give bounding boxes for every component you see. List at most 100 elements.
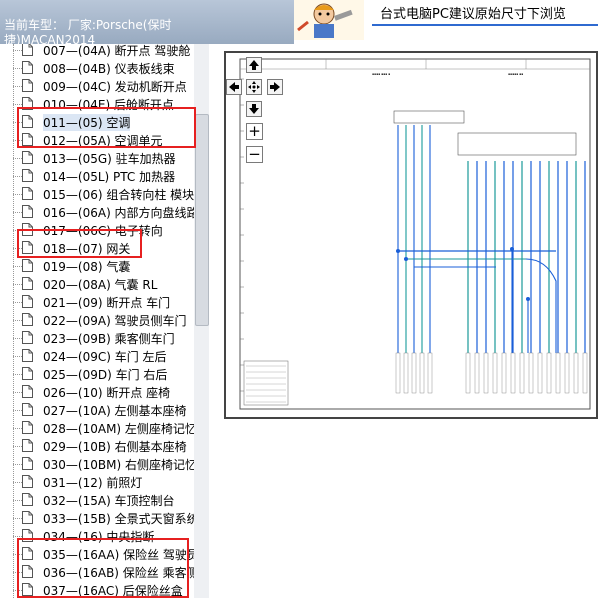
tree-item[interactable]: 007—(04A) 断开点 驾驶舱 <box>0 44 194 59</box>
document-icon <box>22 439 33 452</box>
pan-down-button[interactable] <box>246 101 262 117</box>
tree-item[interactable]: 023—(09B) 乘客侧车门 <box>0 329 194 347</box>
tree-item[interactable]: 027—(10A) 左侧基本座椅 <box>0 401 194 419</box>
pan-up-button[interactable] <box>246 57 262 73</box>
tree-branch-line <box>13 284 22 285</box>
vehicle-title-line2: 捷)MACAN2014 <box>4 33 96 44</box>
pin-label-block <box>564 352 570 394</box>
tree-branch-line <box>13 482 22 483</box>
tree-branch-line <box>13 86 22 87</box>
tree-item-label: 007—(04A) 断开点 驾驶舱 <box>43 44 191 58</box>
pan-left-button[interactable] <box>226 79 242 95</box>
tree-item[interactable]: 030—(10BM) 右侧座椅记忆 <box>0 455 197 473</box>
pin-label-block <box>573 352 579 394</box>
tree-branch-line <box>13 320 22 321</box>
document-icon <box>22 367 33 380</box>
tree-item-label: 009—(04C) 发动机断开点 <box>43 80 187 94</box>
zoom-in-button[interactable]: + <box>246 123 263 140</box>
tree-item[interactable]: 033—(15B) 全景式天窗系统 <box>0 509 199 527</box>
tree-branch-line <box>13 356 22 357</box>
tree-branch-line <box>13 68 22 69</box>
tree-branch-line <box>13 464 22 465</box>
tree-item[interactable]: 032—(15A) 车顶控制台 <box>0 491 194 509</box>
document-icon <box>22 61 33 74</box>
tree-item[interactable]: 020—(08A) 气囊 RL <box>0 275 194 293</box>
tree-item[interactable]: 024—(09C) 车门 左后 <box>0 347 194 365</box>
tree-item-label: 015—(06) 组合转向柱 模块 <box>43 188 195 202</box>
pin-label-block <box>492 352 498 394</box>
tip-underline <box>372 24 598 26</box>
connector-block <box>457 132 577 156</box>
tree-item[interactable]: 013—(05G) 驻车加热器 <box>0 149 194 167</box>
wiring-diagram: ▪▪▪▪ ▪▪▪ ▪ ▪▪▪▪▪ ▪▪ <box>239 58 591 410</box>
tree-item[interactable]: 009—(04C) 发动机断开点 <box>0 77 194 95</box>
pin-label-block <box>519 352 525 394</box>
tree-item-label: 021—(09) 断开点 车门 <box>43 296 171 310</box>
document-icon <box>22 277 33 290</box>
tree-item-label: 033—(15B) 全景式天窗系统 <box>43 512 199 526</box>
connector-block <box>393 110 465 124</box>
tree-item[interactable]: 019—(08) 气囊 <box>0 257 194 275</box>
tree-item-label: 025—(09D) 车门 右后 <box>43 368 168 382</box>
tree-item[interactable]: 014—(05L) PTC 加热器 <box>0 167 194 185</box>
view-tip-text: 台式电脑PC建议原始尺寸下浏览 <box>380 7 566 22</box>
tree-item-label: 008—(04B) 仪表板线束 <box>43 62 175 76</box>
tree-branch-line <box>13 536 22 537</box>
pin-label-block <box>546 352 552 394</box>
arrow-right-icon <box>270 82 280 92</box>
highlight-box-gateway <box>17 229 142 258</box>
tree-item-label: 024—(09C) 车门 左后 <box>43 350 167 364</box>
pin-label-block <box>403 352 409 394</box>
tree-item[interactable]: 026—(10) 断开点 座椅 <box>0 383 194 401</box>
tree-item-label: 031—(12) 前照灯 <box>43 476 143 490</box>
vehicle-title-strip: 当前车型： 厂家:Porsche(保时 捷)MACAN2014 <box>0 0 294 44</box>
tree-item[interactable]: 028—(10AM) 左侧座椅记忆 <box>0 419 197 437</box>
tree-branch-line <box>13 266 22 267</box>
document-icon <box>22 493 33 506</box>
tree-item[interactable]: 016—(06A) 内部方向盘线路 <box>0 203 199 221</box>
tree-branch-line <box>13 176 22 177</box>
tree-item[interactable]: 021—(09) 断开点 车门 <box>0 293 194 311</box>
pin-label-block <box>395 352 401 394</box>
tree-item-label: 022—(09A) 驾驶员侧车门 <box>43 314 187 328</box>
document-icon <box>22 259 33 272</box>
tree-scrollbar-thumb[interactable] <box>195 114 209 326</box>
move-center-icon <box>248 81 260 93</box>
pan-center-button[interactable] <box>246 79 262 95</box>
tree-item[interactable]: 025—(09D) 车门 右后 <box>0 365 194 383</box>
svg-text:▪▪▪▪▪ ▪▪: ▪▪▪▪▪ ▪▪ <box>508 72 523 76</box>
zoom-out-button[interactable]: − <box>246 146 263 163</box>
pin-label-block <box>555 352 561 394</box>
arrow-up-icon <box>249 60 259 70</box>
top-bar: 当前车型： 厂家:Porsche(保时 捷)MACAN2014 台式电脑PC建议… <box>0 0 598 44</box>
tree-item[interactable]: 029—(10B) 右侧基本座椅 <box>0 437 194 455</box>
tree-branch-line <box>13 446 22 447</box>
pin-label-block <box>528 352 534 394</box>
document-icon <box>22 295 33 308</box>
wire-junction <box>510 247 514 251</box>
tree-item[interactable]: 031—(12) 前照灯 <box>0 473 194 491</box>
pin-label-block <box>501 352 507 394</box>
wiring-diagram-viewer[interactable]: ▪▪▪▪ ▪▪▪ ▪ ▪▪▪▪▪ ▪▪ + − <box>224 51 598 419</box>
view-tip-box: 台式电脑PC建议原始尺寸下浏览 <box>372 0 598 40</box>
tree-branch-line <box>13 374 22 375</box>
tree-branch-line <box>13 212 22 213</box>
tree-item-label: 026—(10) 断开点 座椅 <box>43 386 171 400</box>
document-icon <box>22 313 33 326</box>
tree-item-label: 013—(05G) 驻车加热器 <box>43 152 176 166</box>
document-icon <box>22 205 33 218</box>
tree-item[interactable]: 022—(09A) 驾驶员侧车门 <box>0 311 194 329</box>
pan-right-button[interactable] <box>267 79 283 95</box>
tree-scrollbar[interactable] <box>194 44 209 598</box>
document-icon <box>22 511 33 524</box>
pin-label-block <box>419 352 425 394</box>
document-icon <box>22 44 33 56</box>
document-icon <box>22 187 33 200</box>
pin-label-block <box>465 352 471 394</box>
tree-item-label: 016—(06A) 内部方向盘线路 <box>43 206 199 220</box>
tree-branch-line <box>13 500 22 501</box>
tree-branch-line <box>13 518 22 519</box>
tree-item[interactable]: 015—(06) 组合转向柱 模块 <box>0 185 194 203</box>
tree-item[interactable]: 008—(04B) 仪表板线束 <box>0 59 194 77</box>
tree-item-label: 029—(10B) 右侧基本座椅 <box>43 440 187 454</box>
